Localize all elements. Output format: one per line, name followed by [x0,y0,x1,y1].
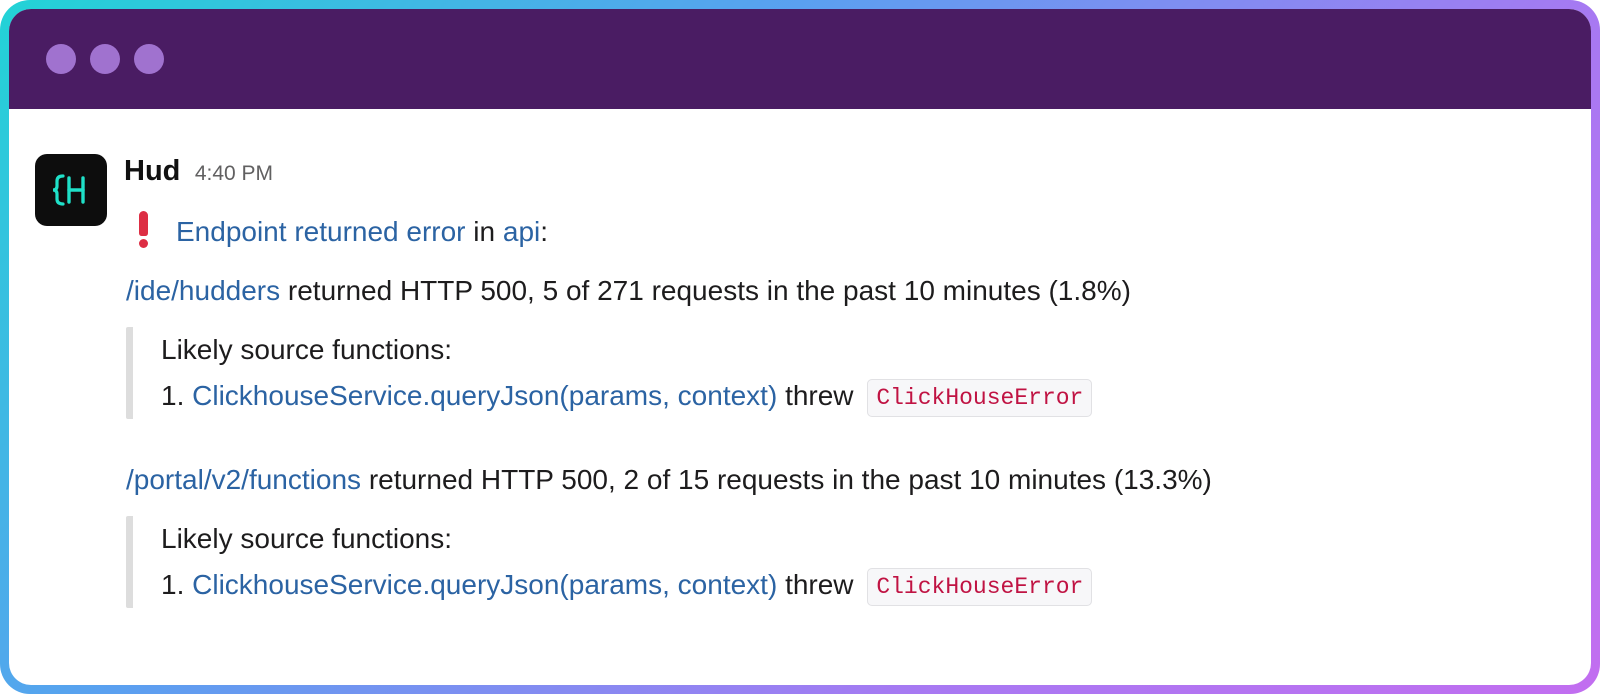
title-bar [9,9,1591,109]
sender-name[interactable]: Hud [124,155,180,187]
service-link[interactable]: api [503,216,540,247]
exclamation-icon [134,211,152,248]
window-dot-2[interactable] [90,44,120,74]
error-type-code: ClickHouseError [867,379,1093,417]
item-number: 1. [161,569,185,600]
error-summary: returned HTTP 500, 5 of 271 requests in … [287,275,1131,306]
endpoint-link[interactable]: /portal/v2/functions [126,464,361,495]
error-summary: returned HTTP 500, 2 of 15 requests in t… [368,464,1212,495]
threw-text: threw [785,380,854,411]
function-link[interactable]: ClickhouseService.queryJson(params, cont… [192,569,777,600]
function-link[interactable]: ClickhouseService.queryJson(params, cont… [192,380,777,411]
message-time[interactable]: 4:40 PM [195,162,273,185]
sources-label: Likely source functions: [161,334,453,365]
message-header: Hud 4:40 PM [124,155,273,188]
item-number: 1. [161,380,185,411]
sources-label: Likely source functions: [161,523,453,554]
endpoint-link[interactable]: /ide/hudders [126,275,280,306]
error-line-1: /ide/hudders returned HTTP 500, 5 of 271… [126,275,1131,307]
window-dot-1[interactable] [46,44,76,74]
error-type-code: ClickHouseError [867,568,1093,606]
alert-headline: Endpoint returned error in api: [124,211,548,248]
source-item: 1. ClickhouseService.queryJson(params, c… [161,373,1093,419]
app-frame: Hud 4:40 PM Endpoint returned error in a… [0,0,1600,694]
threw-text: threw [785,569,854,600]
in-text: in [473,216,496,247]
alert-link[interactable]: Endpoint returned error [176,216,466,247]
chat-window: Hud 4:40 PM Endpoint returned error in a… [9,9,1591,685]
window-dot-3[interactable] [134,44,164,74]
error-line-2: /portal/v2/functions returned HTTP 500, … [126,464,1212,496]
source-quote-2: Likely source functions: 1. ClickhouseSe… [126,516,1093,608]
hud-logo-icon[interactable] [35,154,107,226]
source-item: 1. ClickhouseService.queryJson(params, c… [161,562,1093,608]
source-quote-1: Likely source functions: 1. ClickhouseSe… [126,327,1093,419]
colon: : [540,216,549,247]
